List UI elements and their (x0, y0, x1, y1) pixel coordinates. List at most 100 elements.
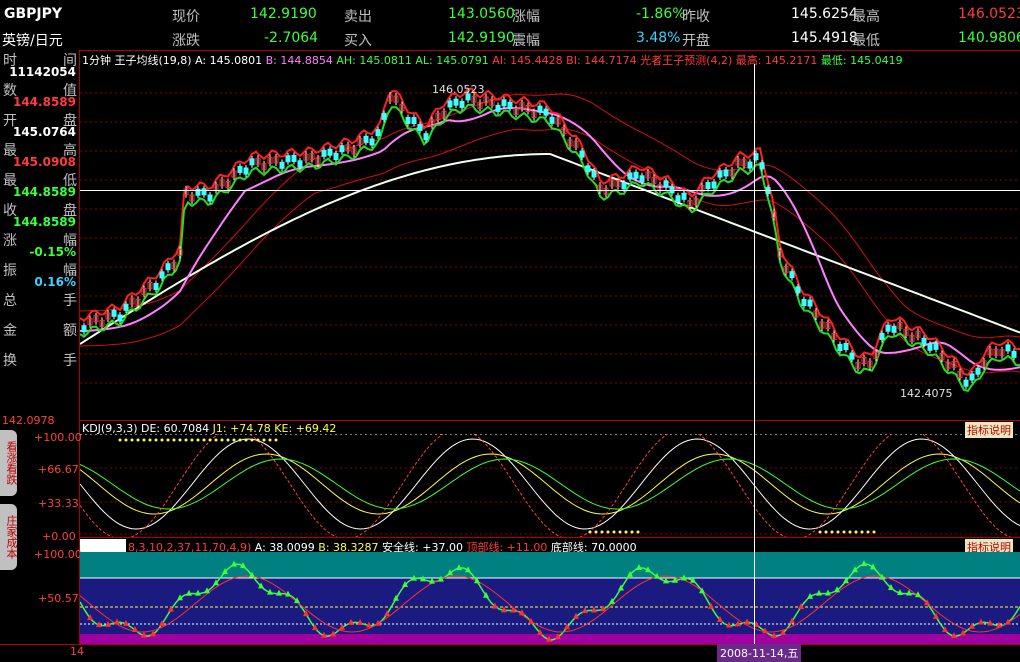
ind3-chart[interactable] (80, 552, 1020, 644)
kdj-top-marker (124, 438, 128, 442)
candle-body (879, 332, 885, 340)
ind3-axis-50: +50.57 (38, 592, 79, 605)
candle-body (795, 286, 801, 294)
candle-body (975, 367, 981, 375)
candle-body (633, 171, 639, 179)
candle-body (153, 282, 159, 290)
candle-body (327, 148, 333, 156)
kdj-top-marker (262, 438, 266, 442)
value-price: 142.9190 (250, 6, 317, 22)
candle-body (927, 343, 933, 351)
kdj-top-marker (226, 438, 230, 442)
peak-annotation: 146.0523 (432, 83, 485, 96)
kdj-top-marker (118, 438, 122, 442)
candle-body (123, 303, 129, 311)
candle-body (117, 314, 123, 322)
label-change-pct: 涨幅 (512, 9, 540, 25)
candle-body (1005, 344, 1011, 352)
info-row-label: 换 (3, 353, 17, 369)
info-row-value: 144.8589 (12, 95, 76, 109)
candle-body (459, 100, 465, 108)
value-prev-close: 145.6254 (791, 6, 858, 22)
label-change: 涨跌 (172, 33, 200, 49)
kdj-bottom-marker (606, 530, 610, 534)
candle-body (237, 165, 243, 173)
kdj-top-marker (166, 438, 170, 442)
candle-body (963, 379, 969, 387)
kdj-bottom-marker (624, 530, 628, 534)
value-change-pct: -1.86% (636, 6, 686, 22)
ind3-mid-zone (80, 578, 1020, 634)
kdj-top-marker (232, 438, 236, 442)
kdj-bottom-marker (594, 530, 598, 534)
candle-body (591, 170, 597, 178)
candle-body (843, 343, 849, 351)
kdj-axis-66: +66.67 (38, 463, 79, 476)
candle-body (723, 169, 729, 177)
candle-body (243, 167, 249, 175)
candle-body (165, 263, 171, 271)
candle-body (297, 160, 303, 168)
info-row-label-right: 手 (63, 353, 77, 369)
candle-body (363, 135, 369, 143)
kdj-top-marker (220, 438, 224, 442)
info-row-value: 0.16% (34, 275, 76, 289)
kdj-top-marker (136, 438, 140, 442)
kdj-bottom-marker (836, 530, 840, 534)
kdj-k-line (80, 438, 1020, 530)
kdj-top-marker (256, 438, 260, 442)
kdj-bottom-marker (842, 530, 846, 534)
kdj-bottom-marker (636, 530, 640, 534)
candle-body (711, 181, 717, 189)
label-high: 最高 (852, 9, 880, 25)
kdj-top-marker (214, 438, 218, 442)
candle-body (111, 309, 117, 317)
info-row-label-right: 手 (63, 293, 77, 309)
candle-body (885, 324, 891, 332)
candle-body (543, 108, 549, 116)
crosshair-horizontal (80, 190, 1020, 191)
main-axis-bottom-label: 142.0978 (2, 414, 55, 427)
candle-body (585, 165, 591, 173)
candle-body (507, 101, 513, 109)
kdj-top-marker (208, 438, 212, 442)
value-sell: 143.0560 (448, 6, 515, 22)
candle-body (621, 182, 627, 190)
label-open: 开盘 (682, 33, 710, 49)
candle-body (837, 343, 843, 351)
candle-body (717, 170, 723, 178)
candle-body (381, 112, 387, 120)
indicator-name-box[interactable] (80, 539, 126, 552)
kdj-panel-bottom (79, 537, 1020, 538)
kdj-chart[interactable] (80, 434, 1020, 537)
kdj-top-marker (190, 438, 194, 442)
candle-body (501, 99, 507, 107)
price-chart[interactable] (80, 64, 1020, 420)
kdj-top-marker (250, 438, 254, 442)
candle-body (321, 149, 327, 157)
footer-axis-start: 14 (70, 645, 84, 658)
info-row-value: 11142054 (9, 65, 76, 79)
candle-body (663, 180, 669, 188)
price-upper-envelope (80, 87, 1020, 377)
kdj-bottom-marker (830, 530, 834, 534)
kdj-e-line (80, 434, 1012, 537)
candle-body (933, 342, 939, 350)
symbol-code: GBPJPY (4, 6, 63, 22)
value-amplitude: 3.48% (636, 30, 681, 46)
info-row-label: 金 (3, 323, 17, 339)
candle-body (537, 105, 543, 113)
kdj-bottom-marker (600, 530, 604, 534)
tab-dealer-cost[interactable]: 庄家成本 (0, 504, 18, 570)
kdj-d-line (80, 453, 1020, 515)
tab-bull-bear[interactable]: 看涨看跌 (0, 430, 18, 496)
candle-body (921, 337, 927, 345)
candle-body (159, 271, 165, 279)
ind3-axis-100: +100.00 (34, 548, 82, 561)
value-high: 146.0523 (958, 6, 1020, 22)
kdj-top-marker (142, 438, 146, 442)
value-low: 140.9806 (958, 30, 1020, 46)
kdj-bottom-marker (824, 530, 828, 534)
kdj-bottom-marker (848, 530, 852, 534)
candle-body (681, 192, 687, 200)
